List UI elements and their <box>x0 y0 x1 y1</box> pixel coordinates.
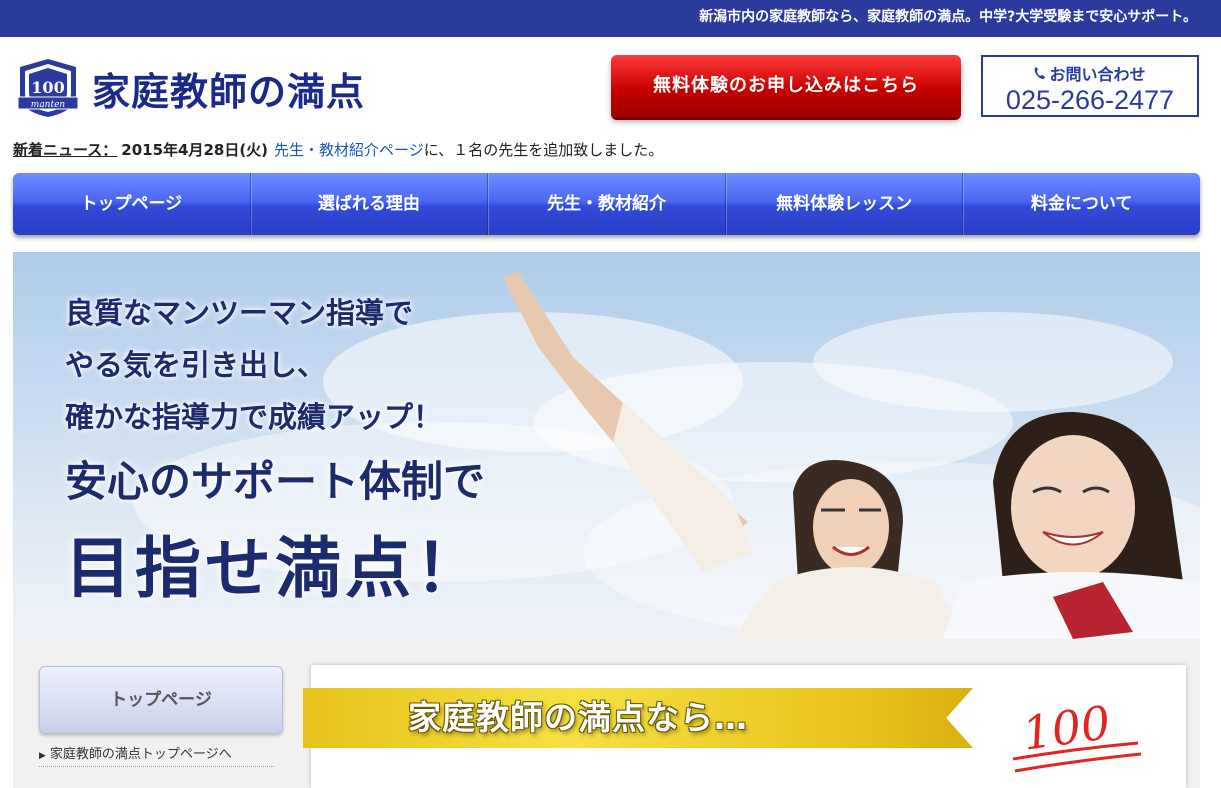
sidebar-top-link-text: 家庭教師の満点トップページへ <box>49 747 232 762</box>
hero-line-1: 良質なマンツーマン指導で <box>65 296 414 330</box>
triangle-right-icon: ▶ <box>39 751 46 761</box>
score-100-icon: 100 <box>1003 691 1153 781</box>
nav-item-reasons[interactable]: 選ばれる理由 <box>251 173 489 235</box>
logo-title: 家庭教師の満点 <box>92 68 366 114</box>
ribbon-title: 家庭教師の満点なら… <box>408 698 748 737</box>
sidebar-top-button[interactable]: トップページ <box>39 666 283 734</box>
main-nav: トップページ 選ばれる理由 先生・教材紹介 無料体験レッスン 料金について <box>13 173 1200 235</box>
contact-label: お問い合わせ <box>1049 65 1146 84</box>
site-logo[interactable]: 100 manten 家庭教師の満点 <box>14 57 454 119</box>
logo-badge-word: manten <box>31 100 66 110</box>
nav-item-free-trial[interactable]: 無料体験レッスン <box>726 173 964 235</box>
contact-box[interactable]: お問い合わせ 025-266-2477 <box>981 55 1199 117</box>
news-label: 新着ニュース： <box>13 141 118 159</box>
news-link[interactable]: 先生・教材紹介ページ <box>274 141 424 159</box>
tagline-text: 新潟市内の家庭教師なら、家庭教師の満点。中学?大学受験まで安心サポート。 <box>699 9 1197 25</box>
hero-banner: 良質なマンツーマン指導で やる気を引き出し、 確かな指導力で成績アップ！ 安心の… <box>13 252 1200 639</box>
news-date: 2015年4月28日(火) <box>121 141 269 159</box>
logo-badge-number: 100 <box>31 78 64 97</box>
sidebar-top-link[interactable]: ▶ 家庭教師の満点トップページへ <box>39 743 274 767</box>
hero-line-3: 確かな指導力で成績アップ！ <box>65 400 443 434</box>
hero-headline-1: 安心のサポート体制で <box>65 457 486 506</box>
site-header: 100 manten 家庭教師の満点 無料体験のお申し込みはこちら お問い合わせ… <box>0 37 1221 132</box>
nav-item-top[interactable]: トップページ <box>13 173 251 235</box>
nav-item-teachers[interactable]: 先生・教材紹介 <box>488 173 726 235</box>
hero-text: 良質なマンツーマン指導で やる気を引き出し、 確かな指導力で成績アップ！ <box>65 287 442 443</box>
news-ticker: 新着ニュース： 2015年4月28日(火) 先生・教材紹介ページに、１名の先生を追加… <box>13 139 663 160</box>
hero-headline-2: 目指せ満点！ <box>65 529 485 607</box>
phone-icon <box>1034 65 1046 84</box>
free-trial-button[interactable]: 無料体験のお申し込みはこちら <box>611 55 961 117</box>
hero-line-2: やる気を引き出し、 <box>65 348 327 382</box>
content-area: トップページ ▶ 家庭教師の満点トップページへ 家庭教師の満点なら… 100 <box>13 639 1200 788</box>
nav-item-pricing[interactable]: 料金について <box>963 173 1200 235</box>
logo-badge-icon: 100 manten <box>14 57 82 119</box>
hero-headline: 安心のサポート体制で 目指せ満点！ <box>65 448 485 611</box>
contact-phone-number[interactable]: 025-266-2477 <box>983 85 1197 115</box>
news-message: に、１名の先生を追加致しました。 <box>423 141 664 159</box>
top-tagline-bar: 新潟市内の家庭教師なら、家庭教師の満点。中学?大学受験まで安心サポート。 <box>0 0 1221 37</box>
